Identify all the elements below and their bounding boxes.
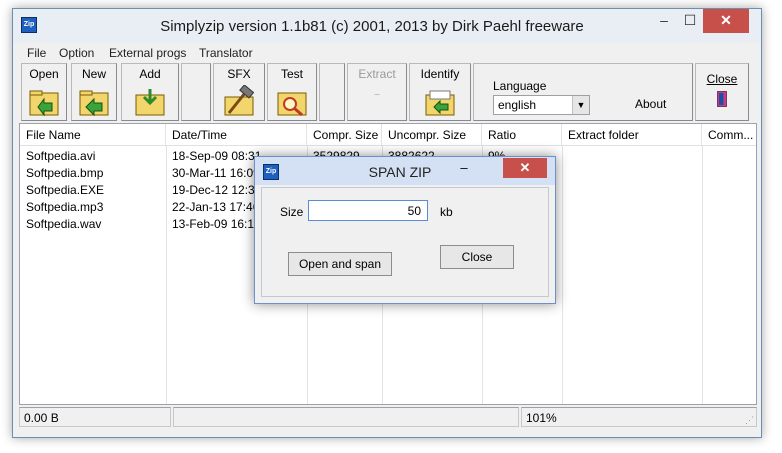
identify-button[interactable]: Identify <box>409 63 471 121</box>
status-message <box>173 407 519 427</box>
extract-label: Extract <box>358 67 396 81</box>
new-label: New <box>81 67 106 81</box>
dialog-close-button[interactable]: Close <box>440 245 514 269</box>
menu-bar: File Option External progs Translator <box>13 43 761 63</box>
test-button[interactable]: Test <box>267 63 317 121</box>
status-ratio: 101% <box>521 407 757 427</box>
new-button[interactable]: New <box>71 63 117 121</box>
size-input[interactable]: 50 <box>308 200 428 221</box>
menu-option[interactable]: Option <box>59 46 94 60</box>
resize-grip-icon[interactable]: ⋰ <box>745 415 755 425</box>
title-bar: Zip Simplyzip version 1.1b81 (c) 2001, 2… <box>13 9 761 43</box>
minimize-button[interactable]: – <box>651 9 677 33</box>
cell-file-name: Softpedia.wav <box>26 217 102 231</box>
open-and-span-button[interactable]: Open and span <box>288 252 392 276</box>
language-value: english <box>498 98 537 112</box>
door-exit-icon <box>717 91 727 107</box>
test-label: Test <box>280 67 303 81</box>
extract-disabled-icon: ~ <box>374 90 380 101</box>
magnifier-icon <box>277 92 307 117</box>
status-bar: 0.00 B 101% ⋰ <box>19 407 757 427</box>
identify-folder-icon <box>425 90 455 116</box>
close-label: Close <box>706 72 738 86</box>
sfx-label: SFX <box>227 67 251 81</box>
new-folder-icon <box>79 90 109 117</box>
dialog-title: SPAN ZIP <box>368 164 432 180</box>
span-zip-dialog: Zip SPAN ZIP – ✕ Size 50 kb Open and spa… <box>254 156 556 304</box>
file-list-header: File Name Date/Time Compr. Size Uncompr.… <box>20 124 756 146</box>
chevron-down-icon[interactable]: ▼ <box>572 96 589 114</box>
cell-file-name: Softpedia.EXE <box>26 183 105 197</box>
unit-label: kb <box>440 205 453 219</box>
open-button[interactable]: Open <box>21 63 67 121</box>
column-uncompr-size[interactable]: Uncompr. Size <box>382 124 482 146</box>
window-title: Simplyzip version 1.1b81 (c) 2001, 2013 … <box>160 18 584 35</box>
column-comment[interactable]: Comm... <box>702 124 756 146</box>
close-archive-button[interactable]: Close <box>695 63 749 121</box>
language-label: Language <box>493 79 547 93</box>
close-window-button[interactable]: ✕ <box>703 9 749 33</box>
menu-file[interactable]: File <box>27 46 46 60</box>
cell-file-name: Softpedia.avi <box>26 149 96 163</box>
status-size: 0.00 B <box>19 407 171 427</box>
column-file-name[interactable]: File Name <box>20 124 166 146</box>
open-folder-icon <box>29 90 59 117</box>
maximize-button[interactable]: ☐ <box>677 9 703 33</box>
dialog-close-x-button[interactable]: ✕ <box>503 158 547 178</box>
toolbar: Open New Add SFX Test Extract ~ Identify… <box>17 63 757 123</box>
hammer-icon <box>224 85 255 116</box>
column-extract-folder[interactable]: Extract folder <box>562 124 702 146</box>
dialog-title-bar: Zip SPAN ZIP – ✕ <box>255 157 555 185</box>
dialog-minimize-button[interactable]: – <box>453 160 475 178</box>
extract-button[interactable]: Extract ~ <box>347 63 407 121</box>
cell-file-name: Softpedia.bmp <box>26 166 104 180</box>
column-date-time[interactable]: Date/Time <box>166 124 307 146</box>
open-label: Open <box>29 67 59 81</box>
identify-label: Identify <box>420 67 460 81</box>
add-label: Add <box>139 67 161 81</box>
dialog-body: Size 50 kb Open and span Close <box>261 187 549 297</box>
add-button[interactable]: Add <box>121 63 179 121</box>
menu-translator[interactable]: Translator <box>199 46 253 60</box>
size-label: Size <box>280 205 304 219</box>
cell-file-name: Softpedia.mp3 <box>26 200 104 214</box>
about-link[interactable]: About <box>635 97 666 111</box>
add-folder-icon <box>135 89 165 116</box>
column-ratio[interactable]: Ratio <box>482 124 562 146</box>
sfx-button[interactable]: SFX <box>213 63 265 121</box>
column-compr-size[interactable]: Compr. Size <box>307 124 382 146</box>
menu-external-progs[interactable]: External progs <box>109 46 186 60</box>
toolbar-spacer-2 <box>319 63 345 121</box>
language-select[interactable]: english ▼ <box>493 95 590 115</box>
toolbar-spacer <box>181 63 211 121</box>
